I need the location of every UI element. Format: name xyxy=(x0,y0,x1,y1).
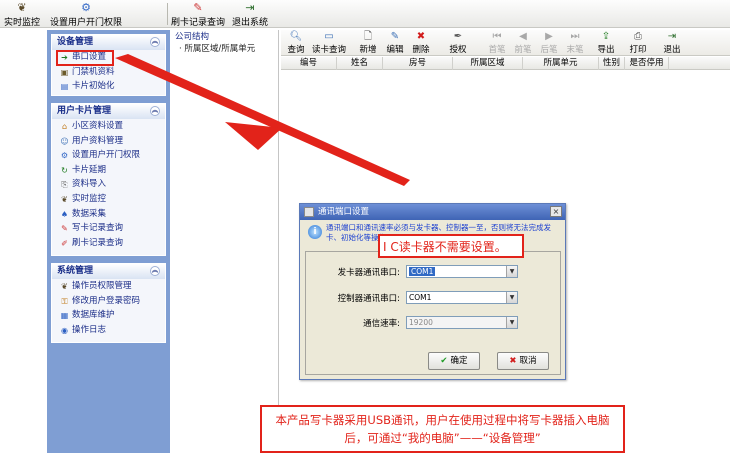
card-issuer-port-select[interactable]: COM1 ▼ xyxy=(406,265,518,278)
usb-note-box: 本产品写卡器采用USB通讯，用户在使用过程中将写卡器插入电脑后，可通过“我的电脑… xyxy=(260,405,625,453)
ic-note-text: I C读卡器不需要设置。 xyxy=(383,240,507,254)
controller-port-select[interactable]: COM1 ▼ xyxy=(406,291,518,304)
close-icon[interactable]: × xyxy=(550,206,562,217)
red-arrow xyxy=(115,54,410,186)
card-issuer-port-label: 发卡器通讯串口: xyxy=(337,268,400,278)
cancel-button[interactable]: ✖ 取消 xyxy=(497,352,549,370)
baud-rate-label: 通信速率: xyxy=(363,319,400,329)
dropdown-arrow-icon[interactable]: ▼ xyxy=(506,292,517,303)
usb-note-text: 本产品写卡器采用USB通讯，用户在使用过程中将写卡器插入电脑后，可通过“我的电脑… xyxy=(275,413,610,445)
dropdown-arrow-icon[interactable]: ▼ xyxy=(506,317,517,328)
controller-port-label: 控制器通讯串口: xyxy=(337,294,400,304)
window-icon xyxy=(304,207,314,217)
dropdown-arrow-icon[interactable]: ▼ xyxy=(506,266,517,277)
dialog-title-bar: 通讯端口设置 × xyxy=(300,204,565,220)
comm-port-dialog: 通讯端口设置 × i 通讯端口和通讯速率必须与发卡器、控制器一至，否则将无法完成… xyxy=(299,203,566,380)
info-icon: i xyxy=(308,225,322,239)
baud-rate-select[interactable]: 19200 ▼ xyxy=(406,316,518,329)
check-icon: ✔ xyxy=(440,356,448,366)
ok-button[interactable]: ✔ 确定 xyxy=(428,352,480,370)
close-icon: ✖ xyxy=(509,356,517,366)
